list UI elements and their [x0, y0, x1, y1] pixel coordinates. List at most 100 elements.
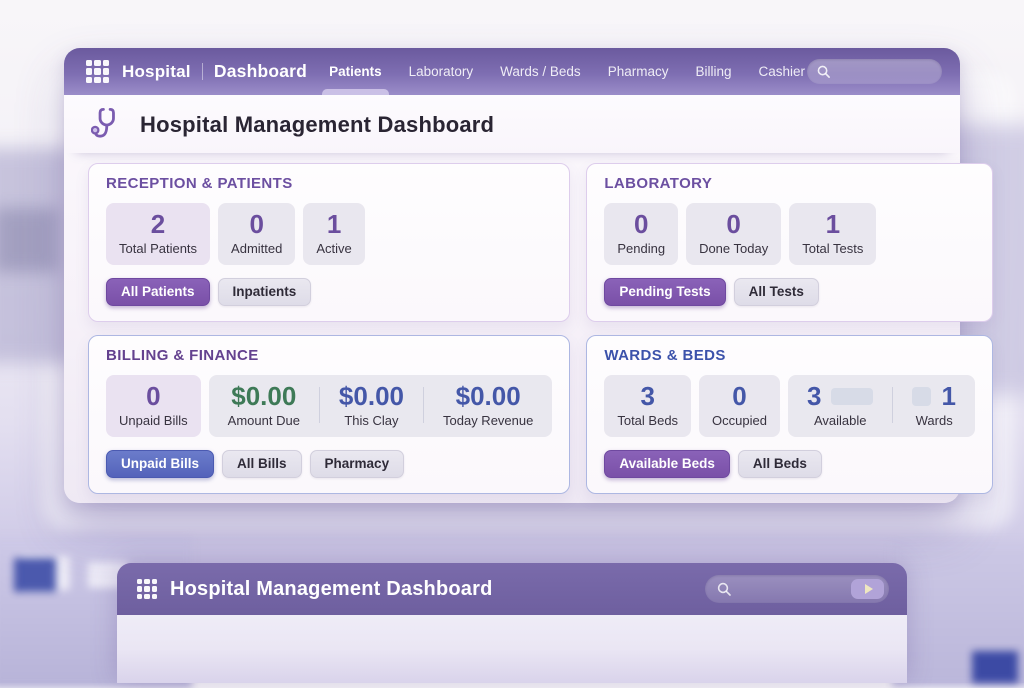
stat-label: Active: [316, 241, 351, 256]
stats-row: 0 Pending 0 Done Today 1 Total Tests: [604, 203, 975, 265]
skeleton-placeholder: [831, 388, 873, 405]
all-bills-button[interactable]: All Bills: [222, 450, 302, 478]
stat-label: Occupied: [712, 413, 767, 428]
background-blur-shape: [0, 208, 58, 272]
stat-label: Pending: [617, 241, 665, 256]
stat-label: Total Patients: [119, 241, 197, 256]
nav-item-cashier[interactable]: Cashier: [757, 49, 808, 95]
nav-item-wards-beds[interactable]: Wards / Beds: [498, 49, 583, 95]
stethoscope-icon: [91, 106, 127, 144]
stat-unpaid-bills: 0 Unpaid Bills: [106, 375, 201, 437]
card-wards-beds: WARDS & BEDS 3 Total Beds 0 Occupied 3: [586, 335, 993, 494]
background-blur-building: [892, 542, 1024, 687]
stat-label: Wards: [912, 413, 955, 428]
card-billing-finance: BILLING & FINANCE 0 Unpaid Bills $0.00 A…: [88, 335, 570, 494]
stat-pending: 0 Pending: [604, 203, 678, 265]
card-laboratory: LABORATORY 0 Pending 0 Done Today 1 Tota…: [586, 163, 993, 322]
stat-value: 0: [712, 382, 767, 410]
stat-total-tests: 1 Total Tests: [789, 203, 876, 265]
buttons-row: Pending Tests All Tests: [604, 265, 975, 306]
search-icon: [716, 581, 732, 597]
stat-value: 0: [617, 210, 665, 238]
stat-total-patients: 2 Total Patients: [106, 203, 210, 265]
card-title: BILLING & FINANCE: [106, 347, 552, 364]
search-go-button[interactable]: [851, 579, 884, 599]
card-reception-patients: RECEPTION & PATIENTS 2 Total Patients 0 …: [88, 163, 570, 322]
available-beds-button[interactable]: Available Beds: [604, 450, 730, 478]
search-input[interactable]: [705, 575, 889, 603]
main-window: Hospital Dashboard Patients Laboratory W…: [64, 48, 960, 503]
search-icon: [816, 64, 831, 79]
all-patients-button[interactable]: All Patients: [106, 278, 210, 306]
pharmacy-button[interactable]: Pharmacy: [310, 450, 405, 478]
nav-item-pharmacy[interactable]: Pharmacy: [606, 49, 671, 95]
card-title: LABORATORY: [604, 175, 975, 192]
nav-item-billing[interactable]: Billing: [693, 49, 733, 95]
stats-row: 0 Unpaid Bills $0.00 Amount Due $0.00 Th…: [106, 375, 552, 437]
brand-name: Hospital: [122, 62, 191, 82]
stat-value: $0.00: [228, 382, 300, 410]
stat-value: 3: [807, 382, 821, 410]
pending-tests-button[interactable]: Pending Tests: [604, 278, 725, 306]
stat-available: 3 Available: [788, 382, 892, 428]
stat-admitted: 0 Admitted: [218, 203, 295, 265]
stat-value: 0: [119, 382, 188, 410]
stat-this-day: $0.00 This Clay: [320, 382, 423, 428]
buttons-row: Available Beds All Beds: [604, 437, 975, 478]
all-beds-button[interactable]: All Beds: [738, 450, 822, 478]
stat-value: 2: [119, 210, 197, 238]
stat-amount-due: $0.00 Amount Due: [209, 382, 319, 428]
background-blur-window: [20, 556, 70, 590]
stat-label: Today Revenue: [443, 413, 533, 428]
stat-value: 0: [231, 210, 282, 238]
stat-label: Admitted: [231, 241, 282, 256]
nav-item-patients[interactable]: Patients: [327, 49, 384, 95]
buttons-row: Unpaid Bills All Bills Pharmacy: [106, 437, 552, 478]
stat-group-beds: 3 Available 1 Wards: [788, 375, 975, 437]
stats-row: 2 Total Patients 0 Admitted 1 Active: [106, 203, 552, 265]
background-blue-sign: [14, 558, 56, 592]
nav-items: Patients Laboratory Wards / Beds Pharmac…: [327, 49, 807, 95]
stat-value: $0.00: [443, 382, 533, 410]
background-blue-sign: [972, 651, 1018, 683]
background-blur-shape: [0, 148, 74, 363]
nav-item-laboratory[interactable]: Laboratory: [407, 49, 476, 95]
stat-wards: 1 Wards: [893, 382, 974, 428]
stats-row: 3 Total Beds 0 Occupied 3 Available: [604, 375, 975, 437]
search-input[interactable]: [807, 59, 942, 84]
stat-label: Unpaid Bills: [119, 413, 188, 428]
stat-value: $0.00: [339, 382, 404, 410]
stat-label: Total Tests: [802, 241, 863, 256]
stat-value: 0: [699, 210, 768, 238]
secondary-window: Hospital Management Dashboard: [117, 563, 907, 683]
page-header: Hospital Management Dashboard: [64, 95, 960, 153]
secondary-window-header: Hospital Management Dashboard: [117, 563, 907, 615]
inpatients-button[interactable]: Inpatients: [218, 278, 312, 306]
stat-done-today: 0 Done Today: [686, 203, 781, 265]
section-title: Dashboard: [214, 61, 307, 82]
unpaid-bills-button[interactable]: Unpaid Bills: [106, 450, 214, 478]
card-title: RECEPTION & PATIENTS: [106, 175, 552, 192]
app-grid-icon[interactable]: [86, 60, 109, 83]
secondary-window-body: [117, 615, 907, 683]
stat-label: This Clay: [339, 413, 404, 428]
all-tests-button[interactable]: All Tests: [734, 278, 819, 306]
secondary-window-title: Hospital Management Dashboard: [170, 578, 493, 601]
stat-label: Done Today: [699, 241, 768, 256]
stat-occupied: 0 Occupied: [699, 375, 780, 437]
stat-value: 3: [617, 382, 678, 410]
stat-label: Amount Due: [228, 413, 300, 428]
stat-total-beds: 3 Total Beds: [604, 375, 691, 437]
buttons-row: All Patients Inpatients: [106, 265, 552, 306]
stat-value: 1: [316, 210, 351, 238]
app-grid-icon[interactable]: [137, 579, 157, 599]
top-navbar: Hospital Dashboard Patients Laboratory W…: [64, 48, 960, 95]
play-icon: [865, 584, 873, 594]
card-title: WARDS & BEDS: [604, 347, 975, 364]
stat-group-finance: $0.00 Amount Due $0.00 This Clay $0.00 T…: [209, 375, 553, 437]
stat-label: Total Beds: [617, 413, 678, 428]
stat-today-revenue: $0.00 Today Revenue: [424, 382, 552, 428]
stat-value: 1: [941, 382, 955, 410]
stat-value: 1: [802, 210, 863, 238]
page-title: Hospital Management Dashboard: [140, 112, 494, 138]
